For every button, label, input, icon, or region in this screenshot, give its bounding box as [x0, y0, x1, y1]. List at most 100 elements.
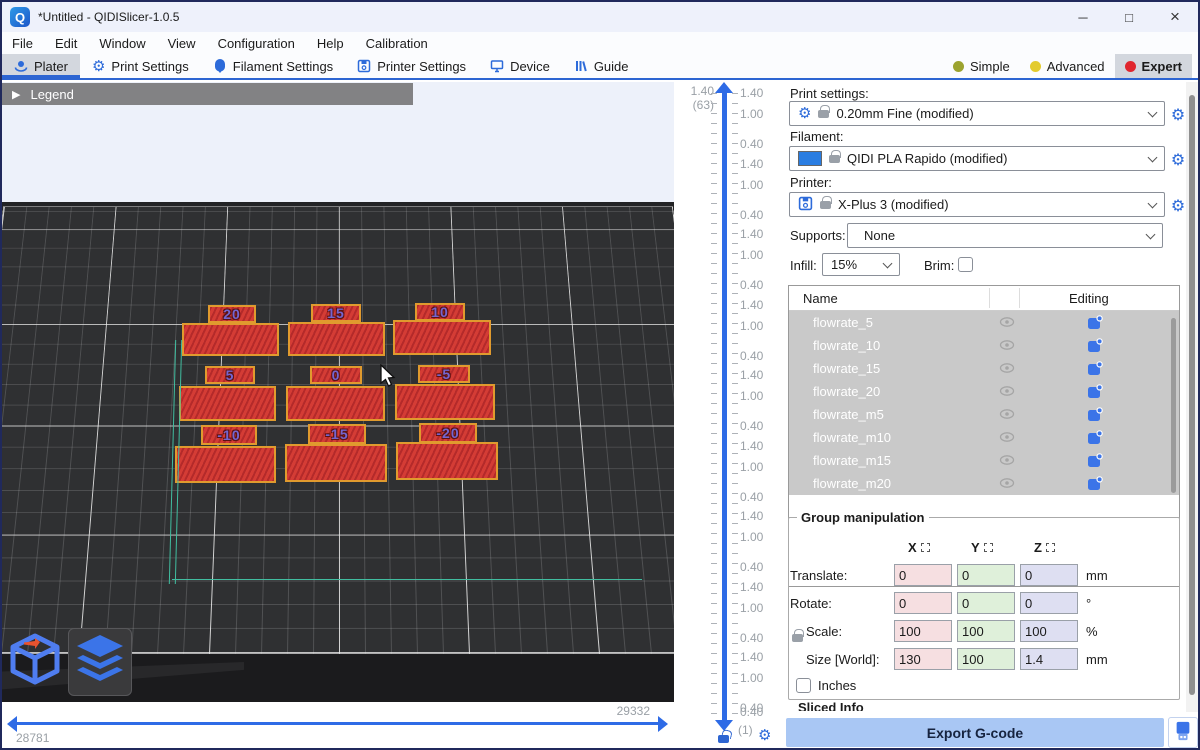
tab-printer-settings[interactable]: Printer Settings: [345, 54, 478, 78]
tab-filament-settings[interactable]: Filament Settings: [201, 54, 345, 78]
scale-x-input[interactable]: [894, 620, 952, 642]
list-row[interactable]: flowrate_m5: [789, 403, 1179, 426]
list-row[interactable]: flowrate_20: [789, 380, 1179, 403]
list-row[interactable]: flowrate_10: [789, 334, 1179, 357]
calibration-object-tab[interactable]: -15: [308, 424, 366, 444]
layer-slider[interactable]: 1.40 (63) (1) ⚙ 1.401.000.401.401.000.40…: [674, 82, 784, 748]
export-gcode-button[interactable]: Export G-code: [786, 718, 1164, 747]
rotate-x-input[interactable]: [894, 592, 952, 614]
eye-icon[interactable]: [999, 362, 1015, 377]
scale-y-input[interactable]: [957, 620, 1015, 642]
eye-icon[interactable]: [999, 431, 1015, 446]
brim-checkbox[interactable]: [958, 257, 973, 272]
print-settings-select[interactable]: ⚙ 0.20mm Fine (modified): [789, 101, 1165, 126]
slider-lock-icon[interactable]: [718, 735, 729, 743]
calibration-object[interactable]: [288, 322, 385, 356]
view-preview-button[interactable]: [68, 628, 132, 696]
calibration-object[interactable]: [175, 446, 276, 483]
tab-print-settings[interactable]: ⚙Print Settings: [80, 54, 201, 78]
calibration-object-tab[interactable]: -20: [419, 423, 477, 443]
calibration-object-tab[interactable]: -5: [418, 365, 470, 383]
layer-slider-line[interactable]: [722, 92, 727, 722]
calibration-object[interactable]: [395, 384, 495, 420]
mode-expert[interactable]: Expert: [1115, 54, 1192, 78]
calibration-object[interactable]: [182, 323, 279, 356]
printer-gear-button[interactable]: ⚙: [1168, 195, 1188, 215]
horizontal-move-slider[interactable]: 29332 28781: [2, 702, 674, 748]
calibration-object-tab[interactable]: 20: [208, 305, 256, 323]
mode-advanced[interactable]: Advanced: [1020, 54, 1115, 78]
edit-settings-icon[interactable]: [1087, 453, 1103, 471]
printer-select[interactable]: X-Plus 3 (modified): [789, 192, 1165, 217]
calibration-object-tab[interactable]: 5: [205, 366, 255, 384]
legend-bar[interactable]: ▶ Legend: [2, 83, 413, 105]
edit-settings-icon[interactable]: [1087, 361, 1103, 379]
tab-device[interactable]: Device: [478, 54, 562, 78]
inches-checkbox[interactable]: [796, 678, 811, 693]
eye-icon[interactable]: [999, 408, 1015, 423]
menu-item-file[interactable]: File: [12, 36, 33, 51]
mode-simple[interactable]: Simple: [943, 54, 1020, 78]
calibration-object[interactable]: [393, 320, 491, 355]
list-row[interactable]: flowrate_m20: [789, 472, 1179, 495]
calibration-object-tab[interactable]: 10: [415, 303, 465, 321]
3d-viewport[interactable]: 20151050-5-10-15-20 ▶ Legend 29332: [2, 82, 674, 748]
size-z-input[interactable]: [1020, 648, 1078, 670]
slider-gear-icon[interactable]: ⚙: [758, 728, 771, 743]
translate-y-input[interactable]: [957, 564, 1015, 586]
list-row[interactable]: flowrate_15: [789, 357, 1179, 380]
menu-item-window[interactable]: Window: [99, 36, 145, 51]
supports-select[interactable]: None: [847, 223, 1163, 248]
edit-settings-icon[interactable]: [1087, 407, 1103, 425]
calibration-object-tab[interactable]: 15: [311, 304, 361, 322]
size-x-input[interactable]: [894, 648, 952, 670]
maximize-button[interactable]: □: [1106, 2, 1152, 32]
eye-icon[interactable]: [999, 339, 1015, 354]
menu-item-edit[interactable]: Edit: [55, 36, 77, 51]
rotate-y-input[interactable]: [957, 592, 1015, 614]
filament-select[interactable]: QIDI PLA Rapido (modified): [789, 146, 1165, 171]
tab-guide[interactable]: Guide: [562, 54, 641, 78]
list-row[interactable]: flowrate_m10: [789, 426, 1179, 449]
infill-select[interactable]: 15%: [822, 253, 900, 276]
view-3d-editor-button[interactable]: [4, 628, 66, 694]
panel-scrollbar[interactable]: [1186, 82, 1199, 712]
tab-plater[interactable]: Plater: [2, 54, 80, 78]
rotate-z-input[interactable]: [1020, 592, 1078, 614]
eye-icon[interactable]: [999, 316, 1015, 331]
edit-settings-icon[interactable]: [1087, 315, 1103, 333]
menu-item-view[interactable]: View: [168, 36, 196, 51]
calibration-object-tab[interactable]: -10: [201, 425, 257, 445]
scale-lock-icon[interactable]: [792, 634, 803, 642]
h-slider-right-arrow[interactable]: [658, 716, 668, 732]
edit-settings-icon[interactable]: [1087, 430, 1103, 448]
calibration-object[interactable]: [179, 386, 276, 421]
calibration-object-tab[interactable]: 0: [310, 366, 362, 384]
menu-item-configuration[interactable]: Configuration: [218, 36, 295, 51]
calibration-object[interactable]: [286, 386, 385, 421]
menu-item-help[interactable]: Help: [317, 36, 344, 51]
eye-icon[interactable]: [999, 385, 1015, 400]
eye-icon[interactable]: [999, 477, 1015, 492]
translate-x-input[interactable]: [894, 564, 952, 586]
calibration-object[interactable]: [396, 442, 498, 480]
eye-icon[interactable]: [999, 454, 1015, 469]
menu-item-calibration[interactable]: Calibration: [366, 36, 428, 51]
size-y-input[interactable]: [957, 648, 1015, 670]
panel-scrollbar-thumb[interactable]: [1189, 95, 1195, 695]
close-button[interactable]: ×: [1152, 2, 1198, 32]
export-usb-button[interactable]: [1168, 717, 1198, 748]
edit-settings-icon[interactable]: [1087, 476, 1103, 494]
edit-settings-icon[interactable]: [1087, 384, 1103, 402]
h-slider-line[interactable]: [16, 722, 660, 725]
list-row[interactable]: flowrate_5: [789, 311, 1179, 334]
translate-z-input[interactable]: [1020, 564, 1078, 586]
print-settings-gear-button[interactable]: ⚙: [1168, 104, 1188, 124]
list-row[interactable]: flowrate_m15: [789, 449, 1179, 472]
calibration-object[interactable]: [285, 444, 387, 482]
edit-settings-icon[interactable]: [1087, 338, 1103, 356]
scale-z-input[interactable]: [1020, 620, 1078, 642]
object-list-scrollbar[interactable]: [1171, 318, 1176, 493]
filament-gear-button[interactable]: ⚙: [1168, 149, 1188, 169]
minimize-button[interactable]: ─: [1060, 2, 1106, 32]
